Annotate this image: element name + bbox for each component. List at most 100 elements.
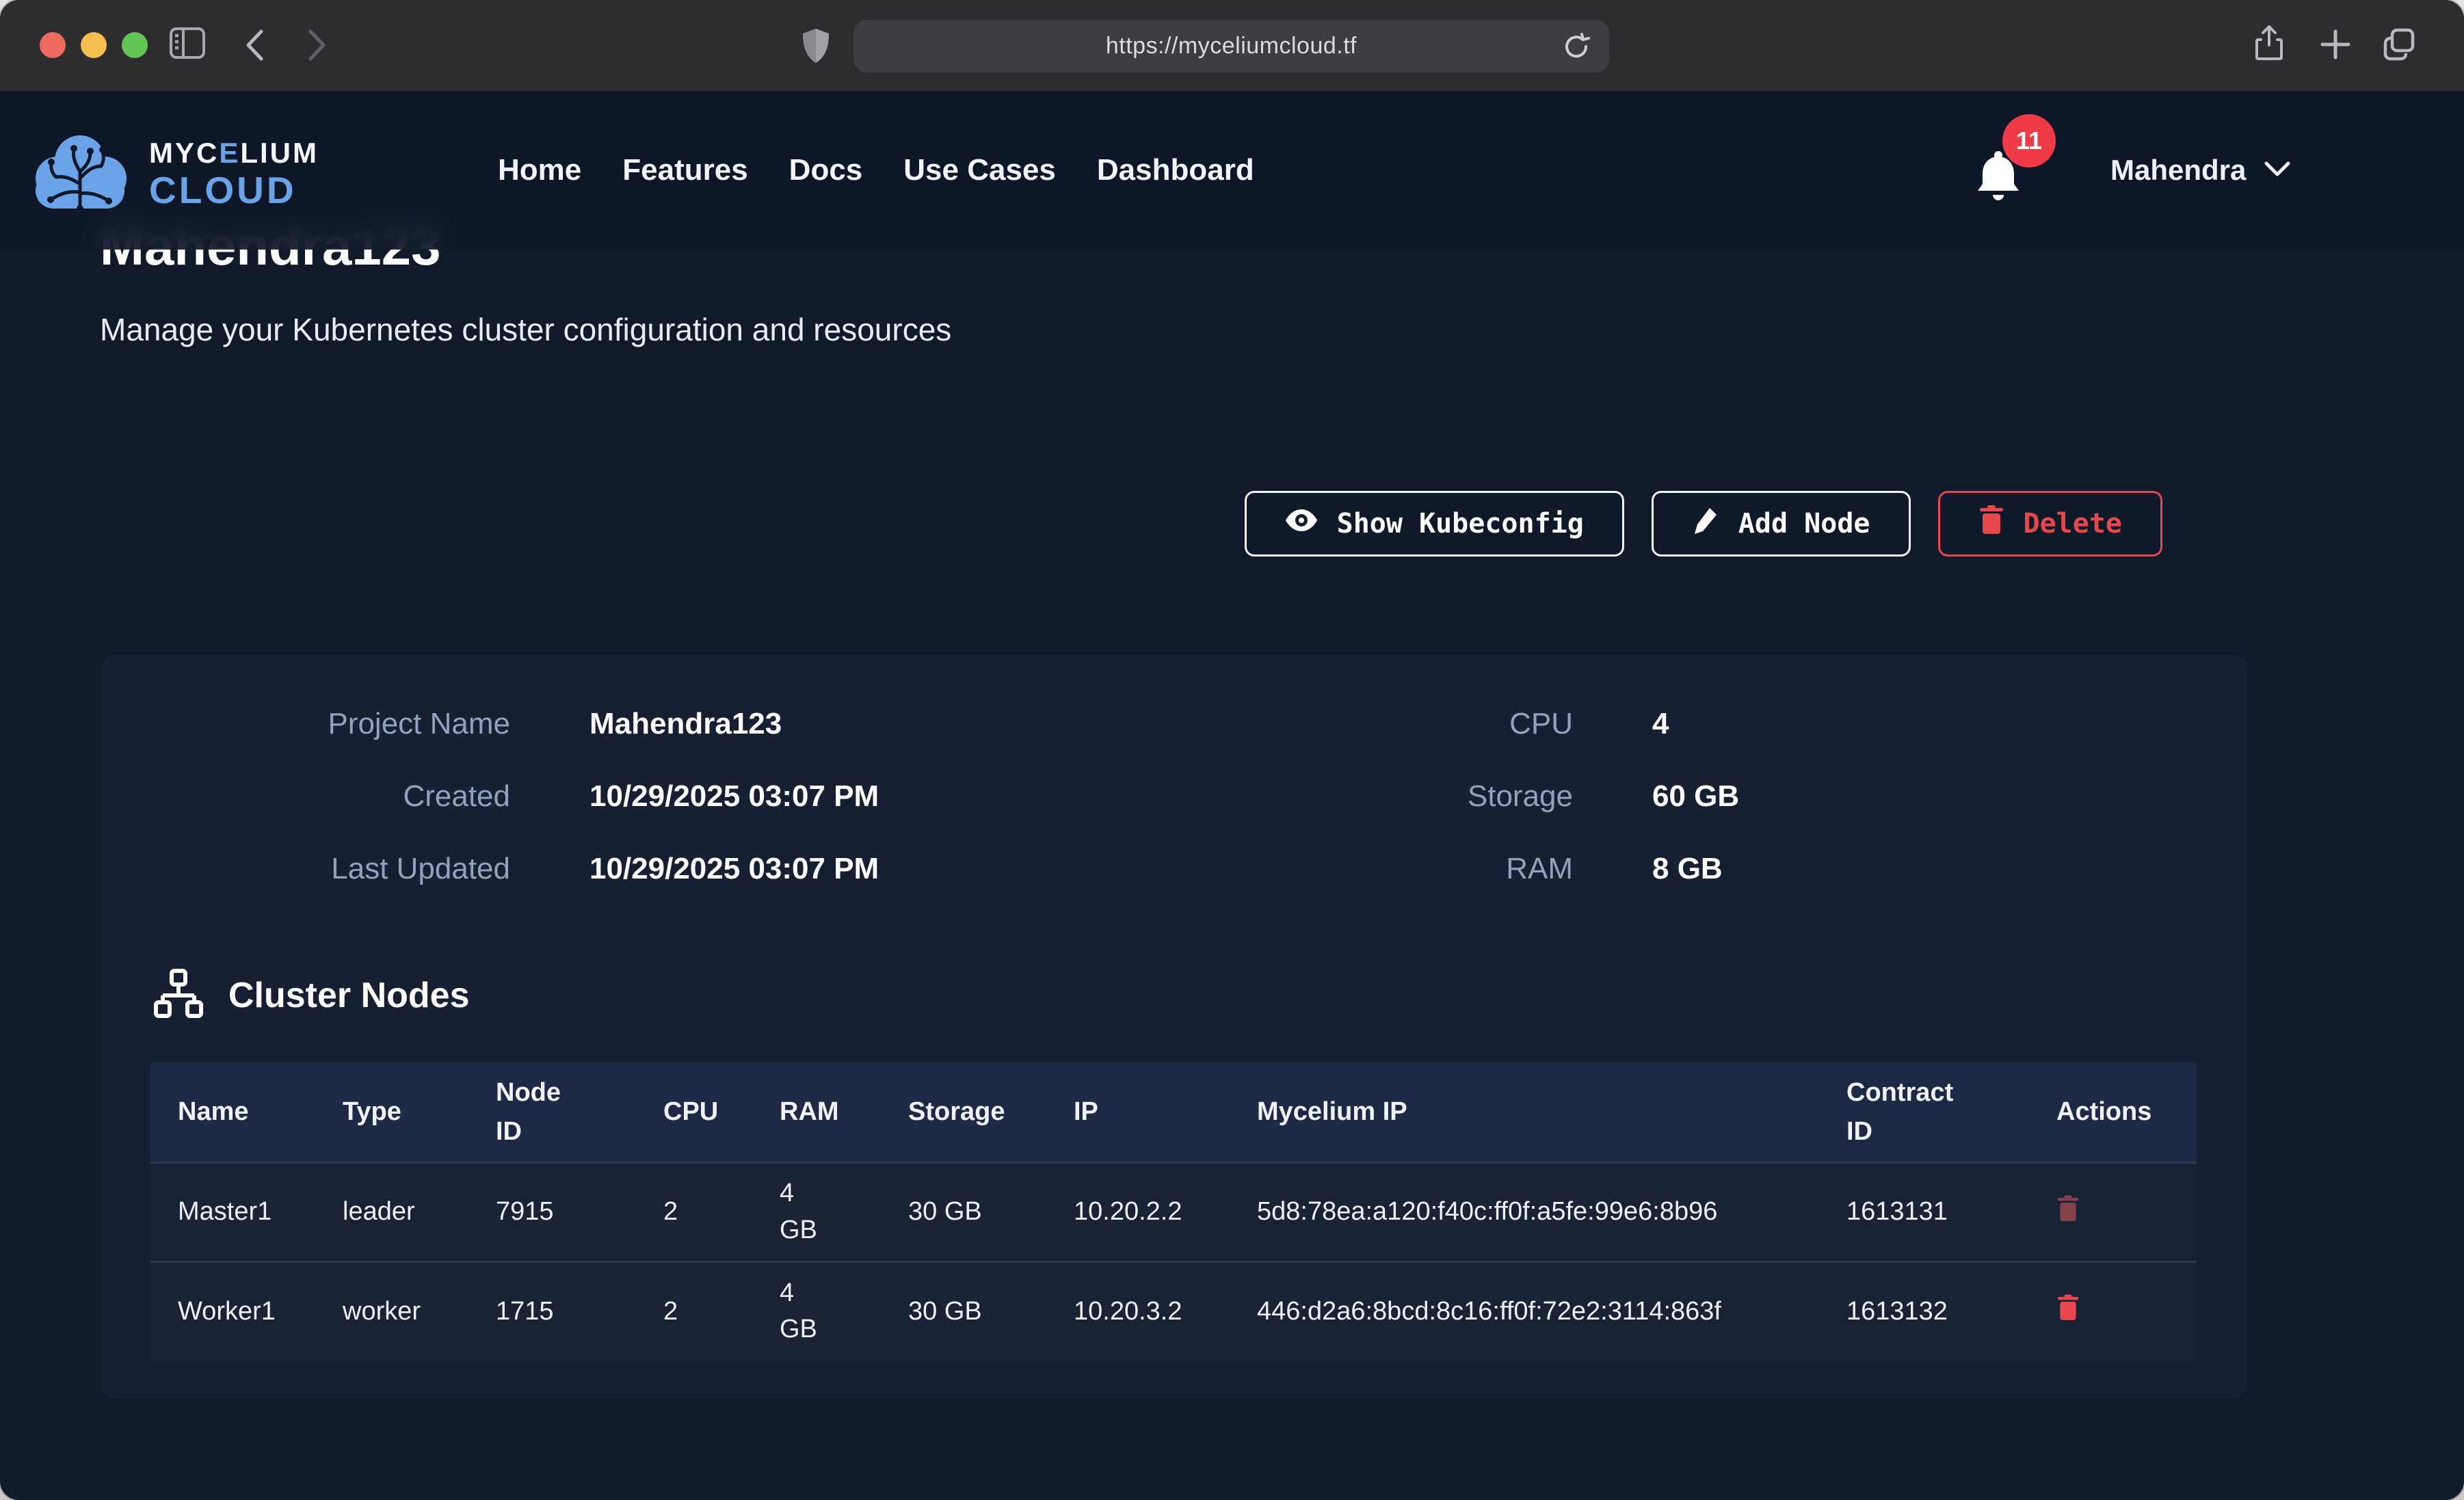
last-updated-value: 10/29/2025 03:07 PM <box>589 852 879 886</box>
created-row: Created 10/29/2025 03:07 PM <box>101 779 879 815</box>
eye-icon <box>1285 508 1318 539</box>
browser-toolbar: https://myceliumcloud.tf <box>0 0 2464 91</box>
cell-cpu: 2 <box>636 1261 752 1361</box>
show-kubeconfig-button[interactable]: Show Kubeconfig <box>1245 491 1624 557</box>
cell-actions <box>2029 1162 2197 1261</box>
browser-window: https://myceliumcloud.tf <box>0 0 2464 1500</box>
url-text: https://myceliumcloud.tf <box>1106 33 1357 59</box>
col-contract-id: Contract ID <box>1819 1063 2029 1162</box>
storage-row: Storage 60 GB <box>1264 779 1739 815</box>
ram-row: RAM 8 GB <box>1264 852 1739 887</box>
add-node-button[interactable]: Add Node <box>1652 491 1911 557</box>
forward-button-icon[interactable] <box>306 27 329 63</box>
cell-ip: 10.20.2.2 <box>1046 1162 1230 1261</box>
cell-storage: 30 GB <box>881 1162 1046 1261</box>
delete-node-button[interactable] <box>2056 1294 2080 1322</box>
trash-icon <box>1978 505 2004 542</box>
cell-type: worker <box>315 1261 468 1361</box>
col-mycelium-ip: Mycelium IP <box>1230 1063 1819 1162</box>
pencil-icon <box>1692 505 1719 542</box>
address-bar[interactable]: https://myceliumcloud.tf <box>853 20 1609 72</box>
cell-mycelium-ip: 5d8:78ea:a120:f40c:ff0f:a5fe:99e6:8b96 <box>1230 1162 1819 1261</box>
created-label: Created <box>101 779 510 814</box>
nav-link-features[interactable]: Features <box>622 153 747 187</box>
mycelium-cloud-logo-icon <box>26 131 134 217</box>
cell-ram: 4 GB <box>752 1261 881 1361</box>
col-node-id: Node ID <box>468 1063 636 1162</box>
col-actions: Actions <box>2029 1063 2197 1162</box>
tab-overview-icon[interactable] <box>2381 26 2417 62</box>
col-ip: IP <box>1046 1063 1230 1162</box>
created-value: 10/29/2025 03:07 PM <box>589 779 879 814</box>
project-info-right: CPU 4 Storage 60 GB RAM 8 GB <box>1264 707 1739 887</box>
cell-node-id: 7915 <box>468 1162 636 1261</box>
storage-value: 60 GB <box>1652 779 1739 814</box>
new-tab-icon[interactable] <box>2320 29 2351 60</box>
cell-name: Worker1 <box>150 1261 315 1361</box>
storage-label: Storage <box>1264 779 1573 814</box>
cell-cpu: 2 <box>636 1162 752 1261</box>
sidebar-toggle-icon[interactable] <box>168 26 207 60</box>
last-updated-row: Last Updated 10/29/2025 03:07 PM <box>101 852 879 887</box>
privacy-shield-icon[interactable] <box>802 27 830 64</box>
window-controls <box>40 32 148 58</box>
back-button-icon[interactable] <box>243 27 266 63</box>
delete-cluster-button[interactable]: Delete <box>1938 491 2163 557</box>
cell-name: Master1 <box>150 1162 315 1261</box>
page-viewport: Mahendra123 Manage your Kubernetes clust… <box>0 91 2464 1500</box>
table-header-row: Name Type Node ID CPU RAM Storage IP Myc… <box>150 1063 2197 1162</box>
cell-ram: 4 GB <box>752 1162 881 1261</box>
reload-icon[interactable] <box>1561 31 1591 62</box>
brand-logo[interactable]: MYCELIUM CLOUD <box>26 131 319 217</box>
nav-link-home[interactable]: Home <box>498 153 581 187</box>
nav-link-docs[interactable]: Docs <box>789 153 863 187</box>
cell-mycelium-ip: 446:d2a6:8bcd:8c16:ff0f:72e2:3114:863f <box>1230 1261 1819 1361</box>
cluster-actions: Show Kubeconfig Add Node <box>1245 491 2162 557</box>
cluster-nodes-title: Cluster Nodes <box>228 975 470 1016</box>
cpu-label: CPU <box>1264 707 1573 741</box>
chevron-down-icon <box>2264 160 2291 181</box>
col-name: Name <box>150 1063 315 1162</box>
page-subtitle: Manage your Kubernetes cluster configura… <box>100 311 951 348</box>
ram-label: RAM <box>1264 852 1573 886</box>
share-icon[interactable] <box>2254 25 2284 63</box>
primary-nav: Home Features Docs Use Cases Dashboard <box>498 91 1254 250</box>
zoom-window-button[interactable] <box>122 32 148 58</box>
minimize-window-button[interactable] <box>81 32 107 58</box>
cell-node-id: 1715 <box>468 1261 636 1361</box>
delete-node-button[interactable] <box>2056 1195 2080 1222</box>
notification-count-badge: 11 <box>2002 114 2056 168</box>
table-row-master1: Master1 leader 7915 2 4 GB 30 GB 10.20.2… <box>150 1162 2197 1261</box>
bell-icon <box>1972 197 2024 209</box>
col-ram: RAM <box>752 1063 881 1162</box>
nav-link-dashboard[interactable]: Dashboard <box>1097 153 1254 187</box>
notifications-button[interactable]: 11 <box>1972 150 2024 209</box>
cpu-row: CPU 4 <box>1264 707 1739 742</box>
nav-link-use-cases[interactable]: Use Cases <box>903 153 1056 187</box>
cell-ip: 10.20.3.2 <box>1046 1261 1230 1361</box>
cluster-nodes-heading: Cluster Nodes <box>153 968 470 1022</box>
cell-actions <box>2029 1261 2197 1361</box>
cell-type: leader <box>315 1162 468 1261</box>
cluster-details-panel: Project Name Mahendra123 Created 10/29/2… <box>101 655 2247 1398</box>
network-nodes-icon <box>153 968 204 1022</box>
project-info-left: Project Name Mahendra123 Created 10/29/2… <box>101 707 879 887</box>
user-name: Mahendra <box>2110 154 2246 187</box>
ram-value: 8 GB <box>1652 852 1723 886</box>
project-name-row: Project Name Mahendra123 <box>101 707 879 742</box>
brand-wordmark: MYCELIUM CLOUD <box>149 139 319 209</box>
cell-contract-id: 1613131 <box>1819 1162 2029 1261</box>
cell-contract-id: 1613132 <box>1819 1261 2029 1361</box>
last-updated-label: Last Updated <box>101 852 510 886</box>
col-storage: Storage <box>881 1063 1046 1162</box>
project-name-value: Mahendra123 <box>589 707 782 741</box>
cluster-nodes-table: Name Type Node ID CPU RAM Storage IP Myc… <box>150 1063 2197 1361</box>
project-name-label: Project Name <box>101 707 510 741</box>
site-navbar: MYCELIUM CLOUD Home Features Docs Use Ca… <box>0 91 2464 250</box>
table-row-worker1: Worker1 worker 1715 2 4 GB 30 GB 10.20.3… <box>150 1261 2197 1361</box>
cpu-value: 4 <box>1652 707 1669 741</box>
col-type: Type <box>315 1063 468 1162</box>
user-menu[interactable]: Mahendra <box>2110 91 2291 250</box>
close-window-button[interactable] <box>40 32 66 58</box>
col-cpu: CPU <box>636 1063 752 1162</box>
